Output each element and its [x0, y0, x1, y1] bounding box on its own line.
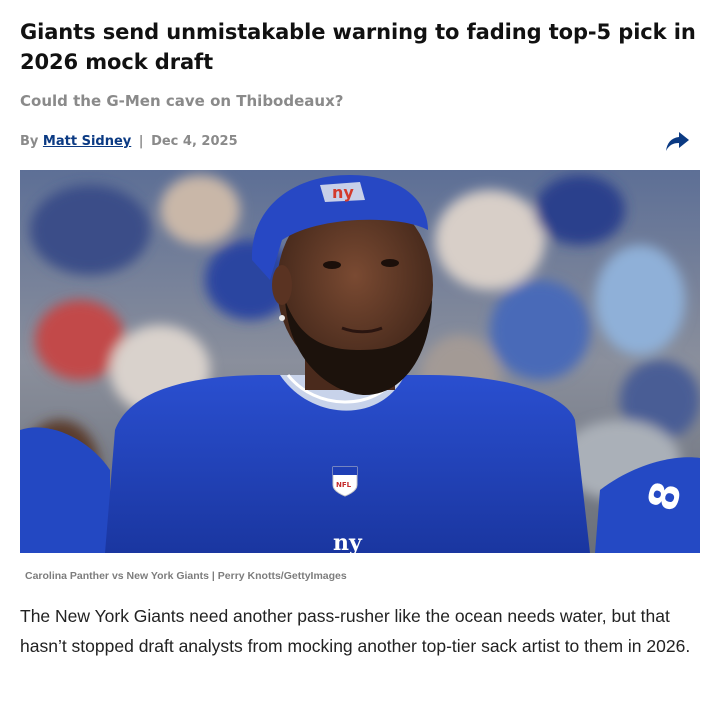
- nfl-shield-text: NFL: [336, 481, 352, 489]
- article-headline: Giants send unmistakable warning to fadi…: [20, 20, 696, 74]
- hero-photo: 8 ny NFL ny: [20, 170, 700, 553]
- byline-prefix: By: [20, 134, 39, 149]
- article-subheadline: Could the G-Men cave on Thibodeaux?: [20, 92, 344, 110]
- author-link[interactable]: Matt Sidney: [43, 134, 131, 149]
- publish-date: Dec 4, 2025: [151, 134, 238, 149]
- helmet-logo-text: ny: [332, 183, 354, 202]
- hero-image: 8 ny NFL ny: [20, 170, 700, 553]
- chest-logo-text: ny: [333, 530, 363, 553]
- byline-separator: |: [138, 134, 144, 149]
- byline: By Matt Sidney | Dec 4, 2025: [20, 132, 700, 154]
- share-arrow-icon: [666, 132, 689, 151]
- image-caption: Carolina Panther vs New York Giants | Pe…: [25, 570, 347, 582]
- share-button[interactable]: [664, 130, 690, 154]
- article-body-paragraph: The New York Giants need another pass-ru…: [20, 606, 691, 656]
